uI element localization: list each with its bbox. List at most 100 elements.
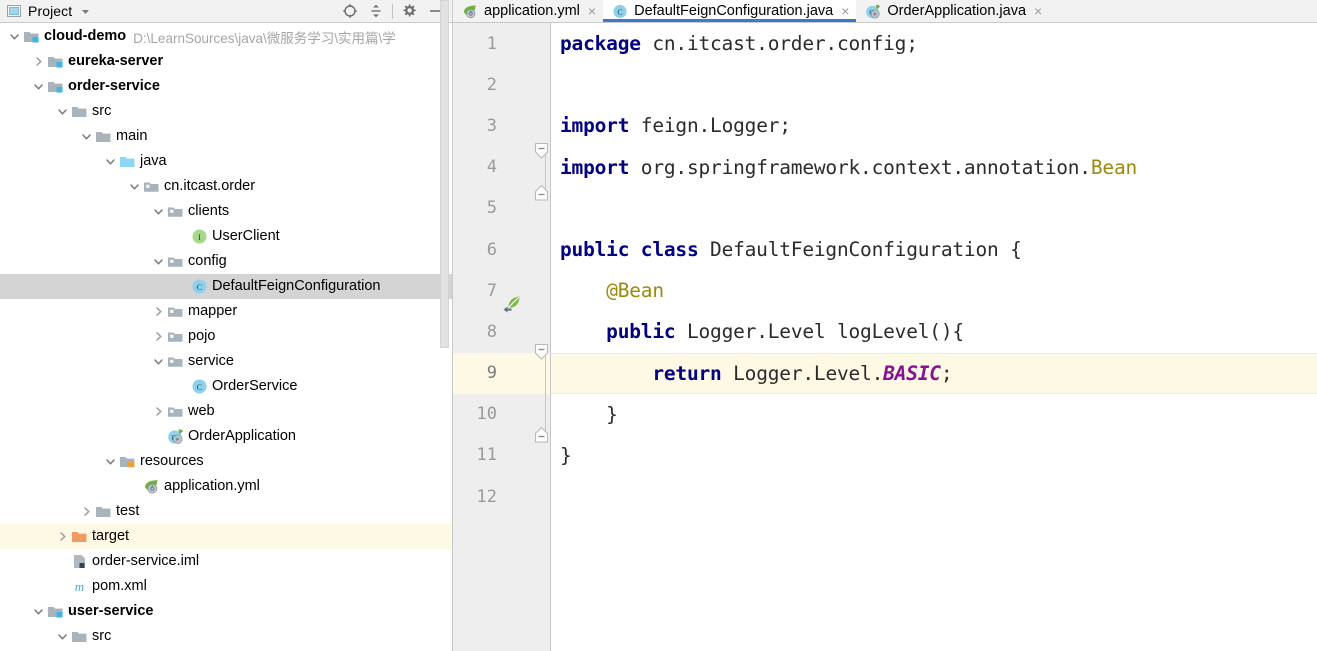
gutter-line-1[interactable]: 1 <box>453 23 550 64</box>
chevron-down-icon[interactable] <box>54 99 70 124</box>
code-editor[interactable]: 1 2 3 4 5 6 7 8 9 10 11 12 package cn.it… <box>453 23 1317 651</box>
chevron-down-icon[interactable] <box>78 4 92 18</box>
code-line-4[interactable]: import org.springframework.context.annot… <box>550 147 1317 188</box>
chevron-down-icon[interactable] <box>126 174 142 199</box>
fold-marker-end-imports[interactable] <box>532 184 550 202</box>
tree-row-application-yml[interactable]: application.yml <box>0 474 452 499</box>
project-tree-scrollbar[interactable] <box>440 0 449 651</box>
collapse-all-icon[interactable] <box>363 0 389 22</box>
tree-row-defaultfeignconfiguration[interactable]: C DefaultFeignConfiguration <box>0 274 452 299</box>
tree-row-pom-xml[interactable]: m pom.xml <box>0 574 452 599</box>
editor-tab-orderapplication-java[interactable]: C OrderApplication.java × <box>856 0 1050 22</box>
chevron-right-icon[interactable] <box>150 299 166 324</box>
chevron-down-icon[interactable] <box>150 199 166 224</box>
fold-marker-expanded-method[interactable] <box>532 343 550 361</box>
tree-row-config[interactable]: config <box>0 249 452 274</box>
tree-row-label: pojo <box>188 328 216 344</box>
tree-row-main[interactable]: main <box>0 124 452 149</box>
code-line-2[interactable] <box>550 64 1317 105</box>
gutter-line-6[interactable]: 6 <box>453 229 550 270</box>
package-icon <box>166 324 184 349</box>
code-line-9[interactable]: return Logger.Level. BASIC; <box>550 352 1317 394</box>
tree-row-orderapplication[interactable]: COrderApplication <box>0 424 452 449</box>
code-line-5[interactable] <box>550 188 1317 229</box>
tree-row-cn-itcast-order[interactable]: cn.itcast.order <box>0 174 452 199</box>
code-line-1[interactable]: package cn.itcast.order.config; <box>550 23 1317 64</box>
chevron-down-icon[interactable] <box>54 624 70 649</box>
chevron-down-icon[interactable] <box>30 74 46 99</box>
fold-column[interactable] <box>534 23 550 651</box>
tree-row-test[interactable]: test <box>0 499 452 524</box>
tree-row-mapper[interactable]: mapper <box>0 299 452 324</box>
tree-row-cloud-demo[interactable]: cloud-demo D:\LearnSources\java\微服务学习\实用篇… <box>0 24 452 49</box>
ide-window: Project cloud-demo D:\LearnSources\java\… <box>0 0 1317 651</box>
chevron-down-icon[interactable] <box>6 24 22 49</box>
close-icon[interactable]: × <box>586 0 596 22</box>
tree-row-label: user-service <box>68 603 154 619</box>
chevron-right-icon[interactable] <box>150 324 166 349</box>
chevron-down-icon[interactable] <box>102 149 118 174</box>
tree-row-order-service-iml[interactable]: order-service.iml <box>0 549 452 574</box>
tree-row-userclient[interactable]: I UserClient <box>0 224 452 249</box>
tree-row-web[interactable]: web <box>0 399 452 424</box>
chevron-right-icon[interactable] <box>150 399 166 424</box>
code-line-12[interactable] <box>550 476 1317 517</box>
code-token: } <box>560 443 572 467</box>
code-line-11[interactable]: } <box>550 435 1317 476</box>
fold-marker-end-method[interactable] <box>532 426 550 444</box>
folder-icon <box>94 124 112 149</box>
tree-row-pojo[interactable]: pojo <box>0 324 452 349</box>
locate-icon[interactable] <box>337 0 363 22</box>
chevron-down-icon[interactable] <box>150 349 166 374</box>
gutter-line-2[interactable]: 2 <box>453 64 550 105</box>
tree-row-target[interactable]: target <box>0 524 452 549</box>
chevron-right-icon[interactable] <box>30 49 46 74</box>
gutter-line-3[interactable]: 3 <box>453 105 550 146</box>
close-icon[interactable]: × <box>1032 0 1042 22</box>
scrollbar-thumb[interactable] <box>440 0 449 348</box>
code-line-3[interactable]: import feign.Logger; <box>550 105 1317 146</box>
code-line-8[interactable]: public Logger.Level logLevel(){ <box>550 311 1317 352</box>
editor-tab-label: application.yml <box>484 3 580 19</box>
code-line-7[interactable]: @Bean <box>550 270 1317 311</box>
tree-row-label: application.yml <box>164 478 260 494</box>
tree-row-service[interactable]: service <box>0 349 452 374</box>
gear-icon[interactable] <box>396 0 422 22</box>
chevron-down-icon[interactable] <box>150 249 166 274</box>
tree-row-label: mapper <box>188 303 238 319</box>
tree-row-src[interactable]: src <box>0 99 452 124</box>
tree-row-label: eureka-server <box>68 53 164 69</box>
tree-row-user-service[interactable]: user-service <box>0 599 452 624</box>
project-window-icon <box>6 3 22 19</box>
code-token: Bean <box>1090 155 1138 179</box>
tree-row-resources[interactable]: resources <box>0 449 452 474</box>
code-token: feign.Logger; <box>629 114 791 138</box>
tree-row-eureka-server[interactable]: eureka-server <box>0 49 452 74</box>
chevron-right-icon[interactable] <box>54 524 70 549</box>
close-icon[interactable]: × <box>839 0 849 22</box>
tree-row-clients[interactable]: clients <box>0 199 452 224</box>
chevron-down-icon[interactable] <box>30 599 46 624</box>
gutter-line-12[interactable]: 12 <box>453 476 550 517</box>
editor-tab-bar[interactable]: application.yml × C DefaultFeignConfigurati… <box>453 0 1317 23</box>
chevron-down-icon[interactable] <box>102 449 118 474</box>
editor-area: application.yml × C DefaultFeignConfigurati… <box>453 0 1317 651</box>
tree-row-java[interactable]: java <box>0 149 452 174</box>
editor-tab-application-yml[interactable]: application.yml × <box>453 0 604 22</box>
spring-bean-gutter-icon[interactable] <box>502 293 524 315</box>
editor-gutter[interactable]: 1 2 3 4 5 6 7 8 9 10 11 12 <box>453 23 550 651</box>
editor-tab-defaultfeignconfiguration-java[interactable]: C DefaultFeignConfiguration.java × <box>603 0 857 22</box>
tree-row-order-service[interactable]: order-service <box>0 74 452 99</box>
code-content[interactable]: package cn.itcast.order.config; import f… <box>550 23 1317 651</box>
code-line-6[interactable]: public class DefaultFeignConfiguration { <box>550 229 1317 270</box>
tree-row-src[interactable]: src <box>0 624 452 649</box>
project-tree[interactable]: cloud-demo D:\LearnSources\java\微服务学习\实用篇… <box>0 23 452 651</box>
fold-marker-expanded-imports[interactable] <box>532 142 550 160</box>
line-number: 11 <box>476 445 497 466</box>
project-title-group[interactable]: Project <box>6 3 92 19</box>
chevron-down-icon[interactable] <box>78 124 94 149</box>
code-line-10[interactable]: } <box>550 394 1317 435</box>
tree-row-orderservice[interactable]: C OrderService <box>0 374 452 399</box>
module-folder-icon <box>46 49 64 74</box>
chevron-right-icon[interactable] <box>78 499 94 524</box>
